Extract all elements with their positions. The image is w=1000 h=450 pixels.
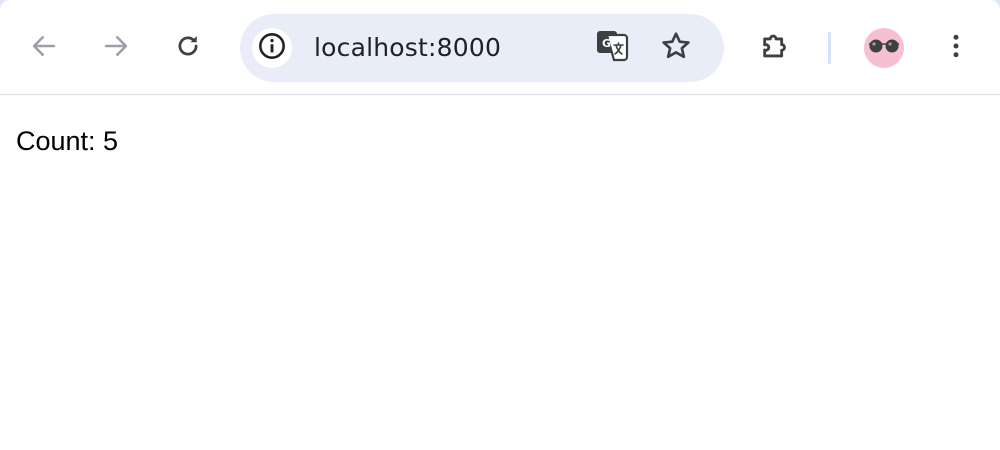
more-vert-icon: [941, 31, 971, 61]
avatar-sunglasses-icon: [867, 36, 901, 60]
arrow-left-icon: [29, 31, 59, 61]
svg-text:G: G: [602, 37, 611, 50]
bookmark-button[interactable]: [656, 28, 696, 68]
forward-button[interactable]: [96, 26, 136, 66]
browser-window: localhost:8000 G Count: 5: [0, 0, 1000, 450]
reload-icon: [173, 31, 203, 61]
back-button[interactable]: [24, 26, 64, 66]
info-icon: [258, 32, 286, 64]
site-info-button[interactable]: [252, 28, 292, 68]
arrow-right-icon: [101, 31, 131, 61]
translate-button[interactable]: G: [592, 28, 632, 68]
translate-icon: G: [594, 28, 630, 68]
count-text: Count: 5: [16, 126, 119, 156]
browser-menu-button[interactable]: [936, 26, 976, 66]
puzzle-icon: [759, 29, 793, 63]
toolbar-divider: [828, 32, 831, 64]
url-text[interactable]: localhost:8000: [314, 32, 501, 64]
extensions-button[interactable]: [756, 26, 796, 66]
address-bar[interactable]: localhost:8000 G: [240, 14, 724, 82]
reload-button[interactable]: [168, 26, 208, 66]
star-icon: [660, 30, 692, 66]
profile-avatar-button[interactable]: [864, 28, 904, 68]
browser-toolbar: localhost:8000 G: [0, 0, 1000, 95]
